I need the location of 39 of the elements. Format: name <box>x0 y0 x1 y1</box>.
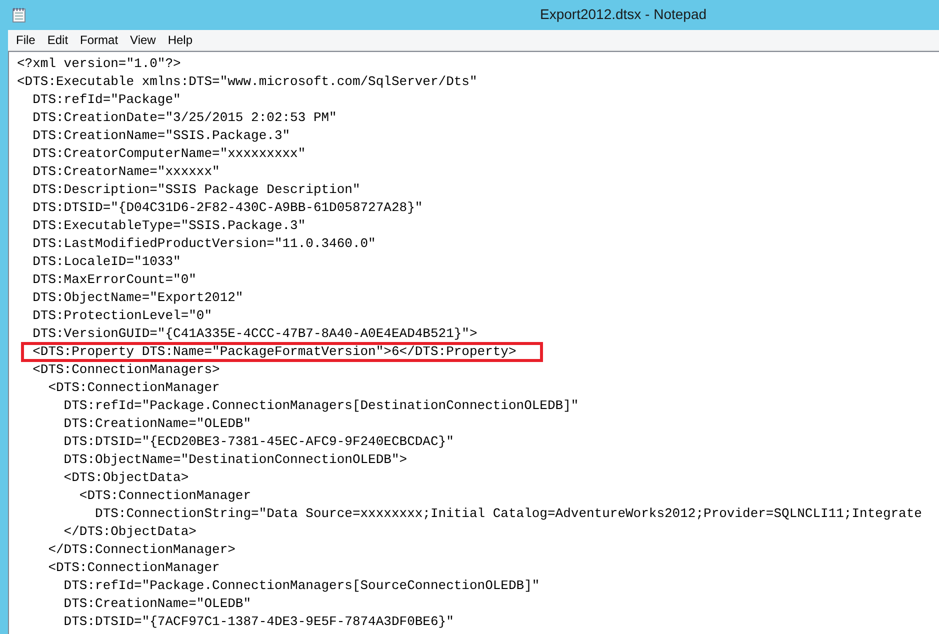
code-line: DTS:ObjectName="DestinationConnectionOLEDB"> <box>62 452 408 467</box>
menu-item[interactable]: View <box>124 33 162 47</box>
code-line: <DTS:Executable xmlns:DTS="www.microsoft.com/SqlServer/Dts" <box>17 74 478 89</box>
code-line: DTS:LocaleID="1033" <box>32 254 181 269</box>
code-line: <DTS:ConnectionManager <box>47 380 220 395</box>
code-line: DTS:CreatorComputerName="xxxxxxxxx" <box>32 146 306 161</box>
code-line: DTS:CreationName="OLEDB" <box>62 416 252 431</box>
code-line: DTS:refId="Package.ConnectionManagers[SourceConnectionOLEDB]" <box>62 578 540 593</box>
code-line: DTS:CreatorName="xxxxxx" <box>32 164 220 179</box>
menu-item[interactable]: Edit <box>41 33 74 47</box>
code-line: DTS:DTSID="{D04C31D6-2F82-430C-A9BB-61D058727A28}" <box>32 200 423 215</box>
code-line: </DTS:ObjectData> <box>62 524 196 539</box>
code-line: DTS:refId="Package.ConnectionManagers[DestinationConnectionOLEDB]" <box>62 398 579 413</box>
code-line: DTS:ConnectionString="Data Source=xxxxxxxx;Initial Catalog=AdventureWorks2012;Provider=SQLNCLI11;Integrate <box>94 506 922 521</box>
code-line: <?xml version="1.0"?> <box>17 56 181 71</box>
code-line: <DTS:ConnectionManager <box>78 488 252 503</box>
code-line: DTS:VersionGUID="{C41A335E-4CCC-47B7-8A40-A0E4EAD4B521}"> <box>32 326 478 341</box>
menu-item[interactable]: File <box>10 33 42 47</box>
menu-item[interactable]: Help <box>162 33 199 47</box>
code-line: DTS:Description="SSIS Package Description" <box>32 182 360 197</box>
code-line: DTS:LastModifiedProductVersion="11.0.3460.0" <box>32 236 376 251</box>
code-line: <DTS:ConnectionManager <box>47 560 220 575</box>
code-line: DTS:ObjectName="Export2012" <box>32 290 244 305</box>
code-line: DTS:DTSID="{ECD20BE3-7381-45EC-AFC9-9F240ECBCDAC}" <box>62 434 454 449</box>
code-line: DTS:MaxErrorCount="0" <box>32 272 196 287</box>
code-line: DTS:CreationName="OLEDB" <box>62 596 252 611</box>
code-line: <DTS:Property DTS:Name="PackageFormatVersion">6</DTS:Property> <box>32 344 516 359</box>
code-line: DTS:DTSID="{7ACF97C1-1387-4DE3-9E5F-7874A3DF0BE6}" <box>62 614 454 629</box>
code-line: <DTS:ObjectData> <box>62 470 189 485</box>
notepad-icon <box>12 7 26 23</box>
menu-item[interactable]: Format <box>74 33 124 47</box>
code-line: <DTS:ConnectionManagers> <box>32 362 220 377</box>
code-line: DTS:refId="Package" <box>32 92 181 107</box>
window-title: Export2012.dtsx - Notepad <box>540 6 707 22</box>
code-line: DTS:CreationDate="3/25/2015 2:02:53 PM" <box>32 110 337 125</box>
code-line: DTS:CreationName="SSIS.Package.3" <box>32 128 290 143</box>
code-line: DTS:ProtectionLevel="0" <box>32 308 212 323</box>
code-line: DTS:ExecutableType="SSIS.Package.3" <box>32 218 306 233</box>
code-line: </DTS:ConnectionManager> <box>47 542 236 557</box>
